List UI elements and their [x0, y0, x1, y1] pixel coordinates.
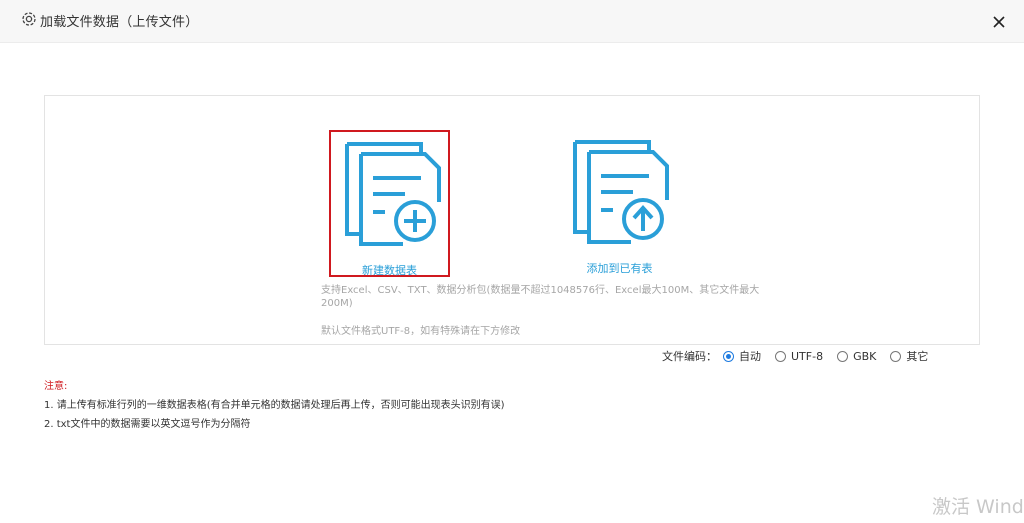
file-encoding-label: 文件编码： — [662, 350, 717, 363]
add-to-existing-label[interactable]: 添加到已有表 — [559, 260, 680, 276]
gear-icon — [20, 10, 38, 28]
notes-title: 注意: — [44, 381, 68, 392]
upload-file-icon — [573, 140, 669, 244]
default-encoding-hint: 默认文件格式UTF-8，如有特殊请在下方修改 — [321, 326, 521, 337]
activation-watermark: 激活 Wind — [932, 496, 1024, 518]
new-table-label[interactable]: 新建数据表 — [331, 262, 448, 278]
dialog-title: 加载文件数据（上传文件） — [40, 15, 199, 30]
encoding-option-gbk[interactable]: GBK — [837, 350, 876, 363]
encoding-option-label: UTF-8 — [791, 349, 824, 363]
radio-icon[interactable] — [890, 350, 902, 362]
notes-section: 注意: 1. 请上传有标准行列的一维数据表格(有合并单元格的数据请处理后再上传，… — [44, 377, 505, 434]
new-file-icon — [345, 142, 441, 246]
encoding-option-label: 其它 — [906, 350, 929, 363]
supported-formats-hint: 支持Excel、CSV、TXT、数据分析包(数据量不超过1048576行、Exc… — [321, 285, 760, 309]
encoding-option-utf8[interactable]: UTF-8 — [775, 350, 823, 363]
encoding-option-auto[interactable]: 自动 — [723, 348, 761, 364]
encoding-option-label: 自动 — [739, 350, 761, 363]
file-encoding-selector: 文件编码： 自动 UTF-8 GBK 其它 — [662, 348, 942, 364]
encoding-option-other[interactable]: 其它 — [890, 348, 928, 364]
close-icon[interactable] — [990, 13, 1008, 31]
new-table-option[interactable]: 新建数据表 — [329, 130, 450, 277]
note-item: 2. txt文件中的数据需要以英文逗号作为分隔符 — [44, 419, 251, 430]
note-item: 1. 请上传有标准行列的一维数据表格(有合并单元格的数据请处理后再上传，否则可能… — [44, 400, 505, 411]
upload-panel: 新建数据表 添加到已有表 支持Excel、CSV、TXT、数据分析包(数据量不超… — [44, 95, 980, 345]
radio-icon[interactable] — [837, 350, 849, 362]
encoding-option-label: GBK — [853, 349, 877, 363]
radio-icon[interactable] — [723, 350, 734, 362]
dialog-titlebar: 加载文件数据（上传文件） — [0, 0, 1024, 43]
add-to-existing-option[interactable]: 添加到已有表 — [559, 130, 680, 277]
radio-icon[interactable] — [775, 350, 786, 362]
